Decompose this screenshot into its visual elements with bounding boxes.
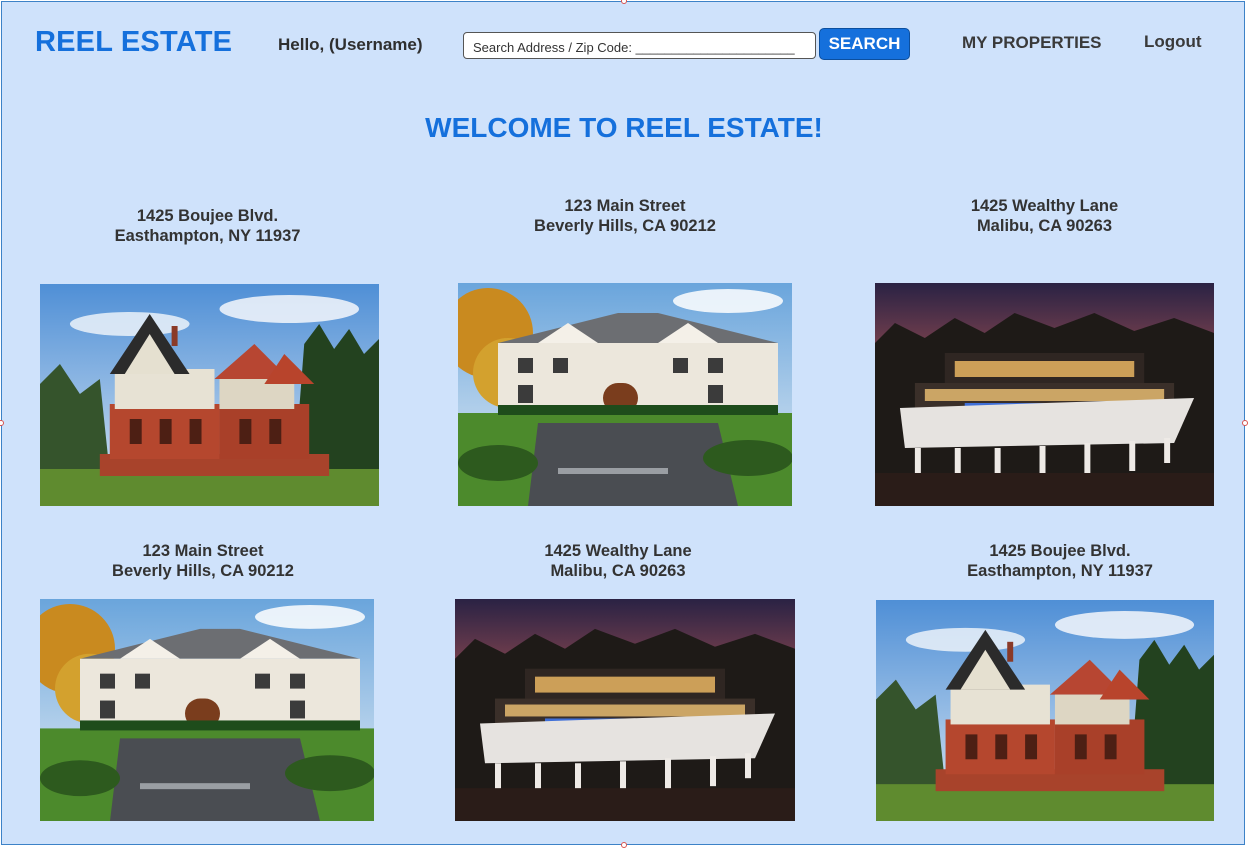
listing-address[interactable]: 123 Main Street Beverly Hills, CA 90212 xyxy=(40,541,366,581)
welcome-heading: WELCOME TO REEL ESTATE! xyxy=(425,112,823,143)
listing-street: 123 Main Street xyxy=(142,542,264,560)
listing-street: 1425 Boujee Blvd. xyxy=(136,207,279,225)
search-input[interactable]: Search Address / Zip Code: _____________… xyxy=(463,32,816,59)
listing-street: 1425 Wealthy Lane xyxy=(970,197,1119,215)
listing-city: Beverly Hills, CA 90212 xyxy=(112,562,294,580)
listing-photo[interactable] xyxy=(40,599,374,821)
listing-address[interactable]: 1425 Boujee Blvd. Easthampton, NY 11937 xyxy=(40,206,375,246)
listing-address[interactable]: 1425 Wealthy Lane Malibu, CA 90263 xyxy=(875,196,1214,236)
logout-link[interactable]: Logout xyxy=(1144,32,1202,52)
listing-city: Malibu, CA 90263 xyxy=(976,217,1113,235)
listing-photo[interactable] xyxy=(876,600,1214,821)
listing-address[interactable]: 123 Main Street Beverly Hills, CA 90212 xyxy=(458,196,792,236)
listing-city: Easthampton, NY 11937 xyxy=(114,227,301,245)
search-button[interactable]: SEARCH xyxy=(819,28,910,60)
listing-address[interactable]: 1425 Boujee Blvd. Easthampton, NY 11937 xyxy=(876,541,1244,581)
listing-street: 123 Main Street xyxy=(564,197,686,215)
listing-city: Beverly Hills, CA 90212 xyxy=(534,217,716,235)
resize-handle-right[interactable] xyxy=(1242,420,1248,426)
listing-street: 1425 Wealthy Lane xyxy=(544,542,692,560)
listing-photo[interactable] xyxy=(455,599,795,821)
my-properties-link[interactable]: MY PROPERTIES xyxy=(962,33,1102,53)
listing-photo[interactable] xyxy=(40,284,379,506)
listing-street: 1425 Boujee Blvd. xyxy=(989,542,1131,560)
listing-address[interactable]: 1425 Wealthy Lane Malibu, CA 90263 xyxy=(455,541,781,581)
brand-logo[interactable]: REEL ESTATE xyxy=(35,26,232,59)
listing-photo[interactable] xyxy=(458,283,792,506)
listing-city: Easthampton, NY 11937 xyxy=(967,562,1153,580)
user-greeting: Hello, (Username) xyxy=(278,35,423,54)
listing-photo[interactable] xyxy=(875,283,1214,506)
resize-handle-bottom[interactable] xyxy=(621,842,627,848)
listing-city: Malibu, CA 90263 xyxy=(550,562,686,580)
